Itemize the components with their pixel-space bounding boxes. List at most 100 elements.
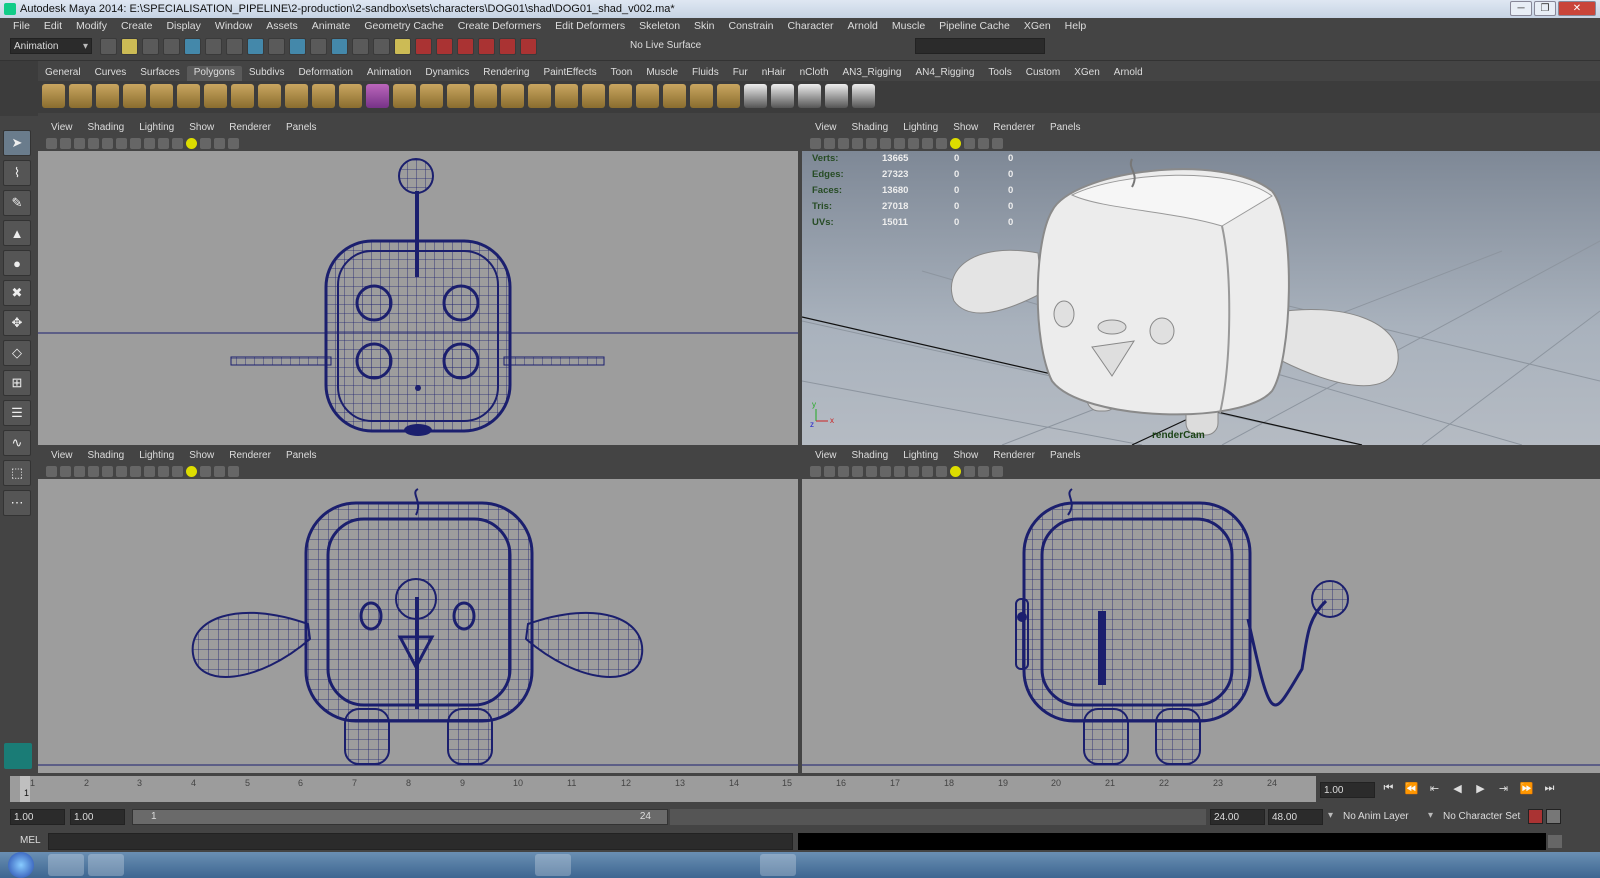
vp2-menu-panels[interactable]: Panels [1043,121,1089,136]
shelf-options-dock[interactable] [0,61,38,116]
isolate-icon[interactable] [214,138,225,149]
menu-muscle[interactable]: Muscle [885,18,932,35]
taskbar-app-icon[interactable] [535,854,571,876]
menu-help[interactable]: Help [1058,18,1094,35]
poly-quadrangulate-icon[interactable] [636,84,659,108]
save-scene-icon[interactable] [142,38,159,55]
lasso-tool-icon[interactable]: ⌇ [3,160,31,186]
select-dynamics-icon[interactable] [331,38,348,55]
custom-layout-icon[interactable]: ⋯ [3,490,31,516]
camera-icon[interactable] [46,466,57,477]
grid-icon[interactable] [866,466,877,477]
shelf-tab-ncloth[interactable]: nCloth [793,66,836,81]
menu-edit[interactable]: Edit [37,18,69,35]
vp2-menu-lighting[interactable]: Lighting [896,121,946,136]
scale-tool-icon[interactable]: ✖ [3,280,31,306]
image-plane-icon[interactable] [852,138,863,149]
vp3-menu-shading[interactable]: Shading [81,449,133,464]
rotate-tool-icon[interactable]: ● [3,250,31,276]
image-plane-icon[interactable] [88,138,99,149]
vp2-menu-shading[interactable]: Shading [845,121,897,136]
isolate-icon[interactable] [978,466,989,477]
vp4-menu-show[interactable]: Show [946,449,986,464]
step-forward-key-icon[interactable]: ⏩ [1518,782,1535,798]
select-hierarchy-icon[interactable] [163,38,180,55]
step-back-frame-icon[interactable]: ⇤ [1426,782,1443,798]
poly-soccer-ball-icon[interactable] [258,84,281,108]
menu-xgen[interactable]: XGen [1017,18,1058,35]
select-curve-icon[interactable] [268,38,285,55]
vp1-menu-lighting[interactable]: Lighting [132,121,182,136]
hypershade-layout-icon[interactable]: ⬚ [3,460,31,486]
image-plane-icon[interactable] [852,466,863,477]
poly-fill-hole-icon[interactable] [555,84,578,108]
vp1-menu-shading[interactable]: Shading [81,121,133,136]
camera-icon[interactable] [810,466,821,477]
shelf-tab-an3-rigging[interactable]: AN3_Rigging [836,66,909,81]
poly-bevel-icon[interactable] [501,84,524,108]
shelf-tab-an4-rigging[interactable]: AN4_Rigging [908,66,981,81]
viewport-top-canvas[interactable] [38,151,798,445]
xray-icon[interactable] [992,138,1003,149]
close-button[interactable]: ✕ [1558,1,1596,16]
snap-point-icon[interactable] [457,38,474,55]
shadows-icon[interactable] [964,138,975,149]
textured-icon[interactable] [936,466,947,477]
shelf-tab-curves[interactable]: Curves [88,66,134,81]
start-button-icon[interactable] [8,852,34,878]
vp3-menu-renderer[interactable]: Renderer [222,449,279,464]
select-joint-icon[interactable] [247,38,264,55]
go-to-end-icon[interactable]: ⏭ [1541,782,1558,798]
menu-skin[interactable]: Skin [687,18,721,35]
select-by-handle-icon[interactable] [226,38,243,55]
isolate-icon[interactable] [978,138,989,149]
camera-attr-icon[interactable] [824,138,835,149]
vp2-menu-show[interactable]: Show [946,121,986,136]
taskbar-app-icon[interactable] [760,854,796,876]
anim-layer-dropdown-arrow-icon[interactable]: ▾ [1328,810,1333,821]
checker-uv-icon[interactable] [744,84,767,108]
shadows-icon[interactable] [200,466,211,477]
poly-append-icon[interactable] [447,84,470,108]
resolution-gate-icon[interactable] [894,466,905,477]
single-perspective-layout-icon[interactable]: ◇ [3,340,31,366]
wireframe-icon[interactable] [908,466,919,477]
bookmark-icon[interactable] [74,466,85,477]
menu-create[interactable]: Create [114,18,160,35]
isolate-icon[interactable] [214,466,225,477]
shelf-tab-toon[interactable]: Toon [604,66,640,81]
start-time-field[interactable]: 1.00 [10,809,65,825]
poly-smooth-icon[interactable] [339,84,362,108]
taskbar-app-icon[interactable] [88,854,124,876]
poly-extrude-icon[interactable] [393,84,416,108]
xray-icon[interactable] [228,138,239,149]
poly-pyramid-icon[interactable] [204,84,227,108]
menu-animate[interactable]: Animate [305,18,358,35]
vp1-menu-renderer[interactable]: Renderer [222,121,279,136]
shelf-tab-animation[interactable]: Animation [360,66,418,81]
vp1-menu-view[interactable]: View [44,121,81,136]
range-slider[interactable]: 1 24 [132,809,668,825]
poly-cube-icon[interactable] [69,84,92,108]
shadows-icon[interactable] [200,138,211,149]
film-gate-icon[interactable] [880,466,891,477]
menu-display[interactable]: Display [159,18,207,35]
select-object-icon[interactable] [184,38,201,55]
snap-view-plane-icon[interactable] [478,38,495,55]
poly-separate-icon[interactable] [285,84,308,108]
script-language-label[interactable]: MEL [20,835,41,846]
viewport-side-canvas[interactable] [802,479,1600,773]
anim-end-field[interactable]: 24.00 [1210,809,1265,825]
wireframe-icon[interactable] [144,466,155,477]
resolution-gate-icon[interactable] [894,138,905,149]
vp3-menu-show[interactable]: Show [182,449,222,464]
vp3-menu-panels[interactable]: Panels [279,449,325,464]
viewport-front-canvas[interactable] [38,479,798,773]
smooth-shade-icon[interactable] [158,466,169,477]
anim-start-field[interactable]: 1.00 [70,809,125,825]
resolution-gate-icon[interactable] [130,466,141,477]
character-set-dropdown[interactable]: No Character Set [1443,811,1520,822]
menu-constrain[interactable]: Constrain [721,18,780,35]
menu-create-deformers[interactable]: Create Deformers [451,18,548,35]
command-input[interactable] [48,833,793,850]
